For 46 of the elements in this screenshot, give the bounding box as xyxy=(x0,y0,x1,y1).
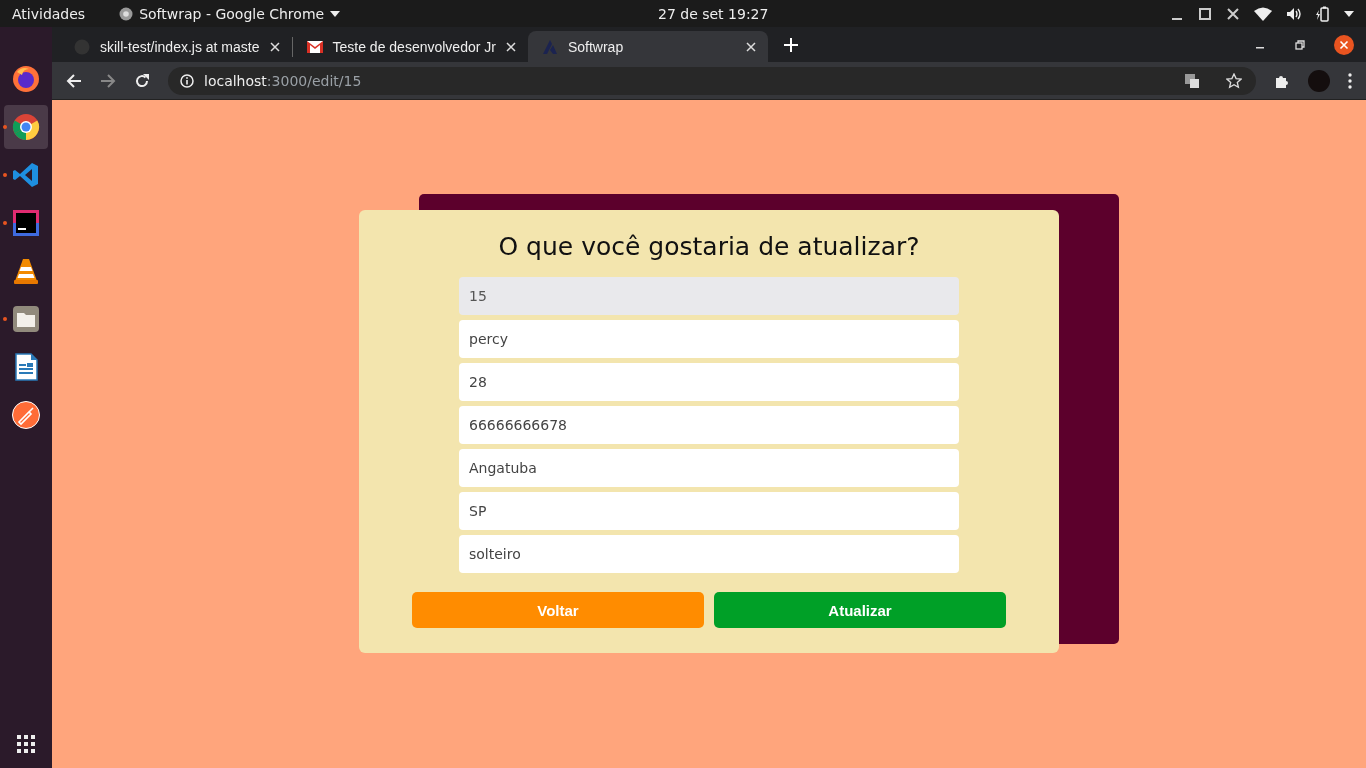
logo-icon xyxy=(541,38,558,55)
close-icon[interactable] xyxy=(1226,6,1240,21)
reload-icon[interactable] xyxy=(134,72,150,89)
back-arrow-icon[interactable] xyxy=(66,72,82,89)
new-tab-icon[interactable] xyxy=(783,37,798,52)
address-bar[interactable]: localhost:3000/edit/15 xyxy=(168,66,1256,95)
input-field[interactable]: 66666666678 xyxy=(459,406,959,444)
mail-icon xyxy=(306,40,323,53)
volume-icon[interactable] xyxy=(1286,6,1302,21)
app-grid-icon[interactable] xyxy=(16,734,36,754)
traffic-cone-icon xyxy=(12,257,40,285)
firefox-icon xyxy=(11,64,41,94)
input-field[interactable]: solteiro xyxy=(459,535,959,573)
close-icon[interactable] xyxy=(269,41,280,52)
battery-icon[interactable] xyxy=(1316,5,1330,22)
browser-tab[interactable]: Softwrap xyxy=(527,31,768,62)
menu-icon[interactable] xyxy=(1348,72,1352,89)
input-field[interactable]: Angatuba xyxy=(459,449,959,487)
close-icon[interactable] xyxy=(505,41,516,52)
caret-icon xyxy=(330,10,341,17)
wifi-icon[interactable] xyxy=(1254,6,1272,21)
code-editor-icon xyxy=(12,161,40,189)
chrome-icon xyxy=(11,112,41,142)
input-field[interactable]: 28 xyxy=(459,363,959,401)
translate-icon[interactable] xyxy=(1184,72,1200,89)
ide-icon xyxy=(12,209,40,237)
close-icon[interactable] xyxy=(745,41,756,52)
info-icon xyxy=(180,73,194,88)
forward-arrow-icon[interactable] xyxy=(100,72,116,89)
dock-item[interactable] xyxy=(4,105,48,149)
browser-tab[interactable]: Teste de desenvolvedor Jr xyxy=(292,31,528,62)
restore-icon[interactable] xyxy=(1294,38,1306,51)
input-field[interactable]: percy xyxy=(459,320,959,358)
star-icon[interactable] xyxy=(1226,72,1242,89)
close-icon[interactable] xyxy=(1334,34,1354,55)
app-menu[interactable]: Softwrap - Google Chrome xyxy=(119,5,341,22)
browser-tab[interactable]: skill-test/index.js at maste xyxy=(60,31,292,62)
caret-icon[interactable] xyxy=(1344,10,1354,17)
activities-button[interactable]: Atividades xyxy=(12,5,86,22)
folder-icon xyxy=(12,305,40,333)
maximize-icon[interactable] xyxy=(1198,6,1212,21)
document-icon xyxy=(14,353,38,381)
chrome-icon xyxy=(119,6,134,21)
form-title: O que você gostaria de atualizar? xyxy=(498,232,920,261)
clock[interactable]: 27 de set 19:27 xyxy=(658,5,769,22)
input-field[interactable]: SP xyxy=(459,492,959,530)
